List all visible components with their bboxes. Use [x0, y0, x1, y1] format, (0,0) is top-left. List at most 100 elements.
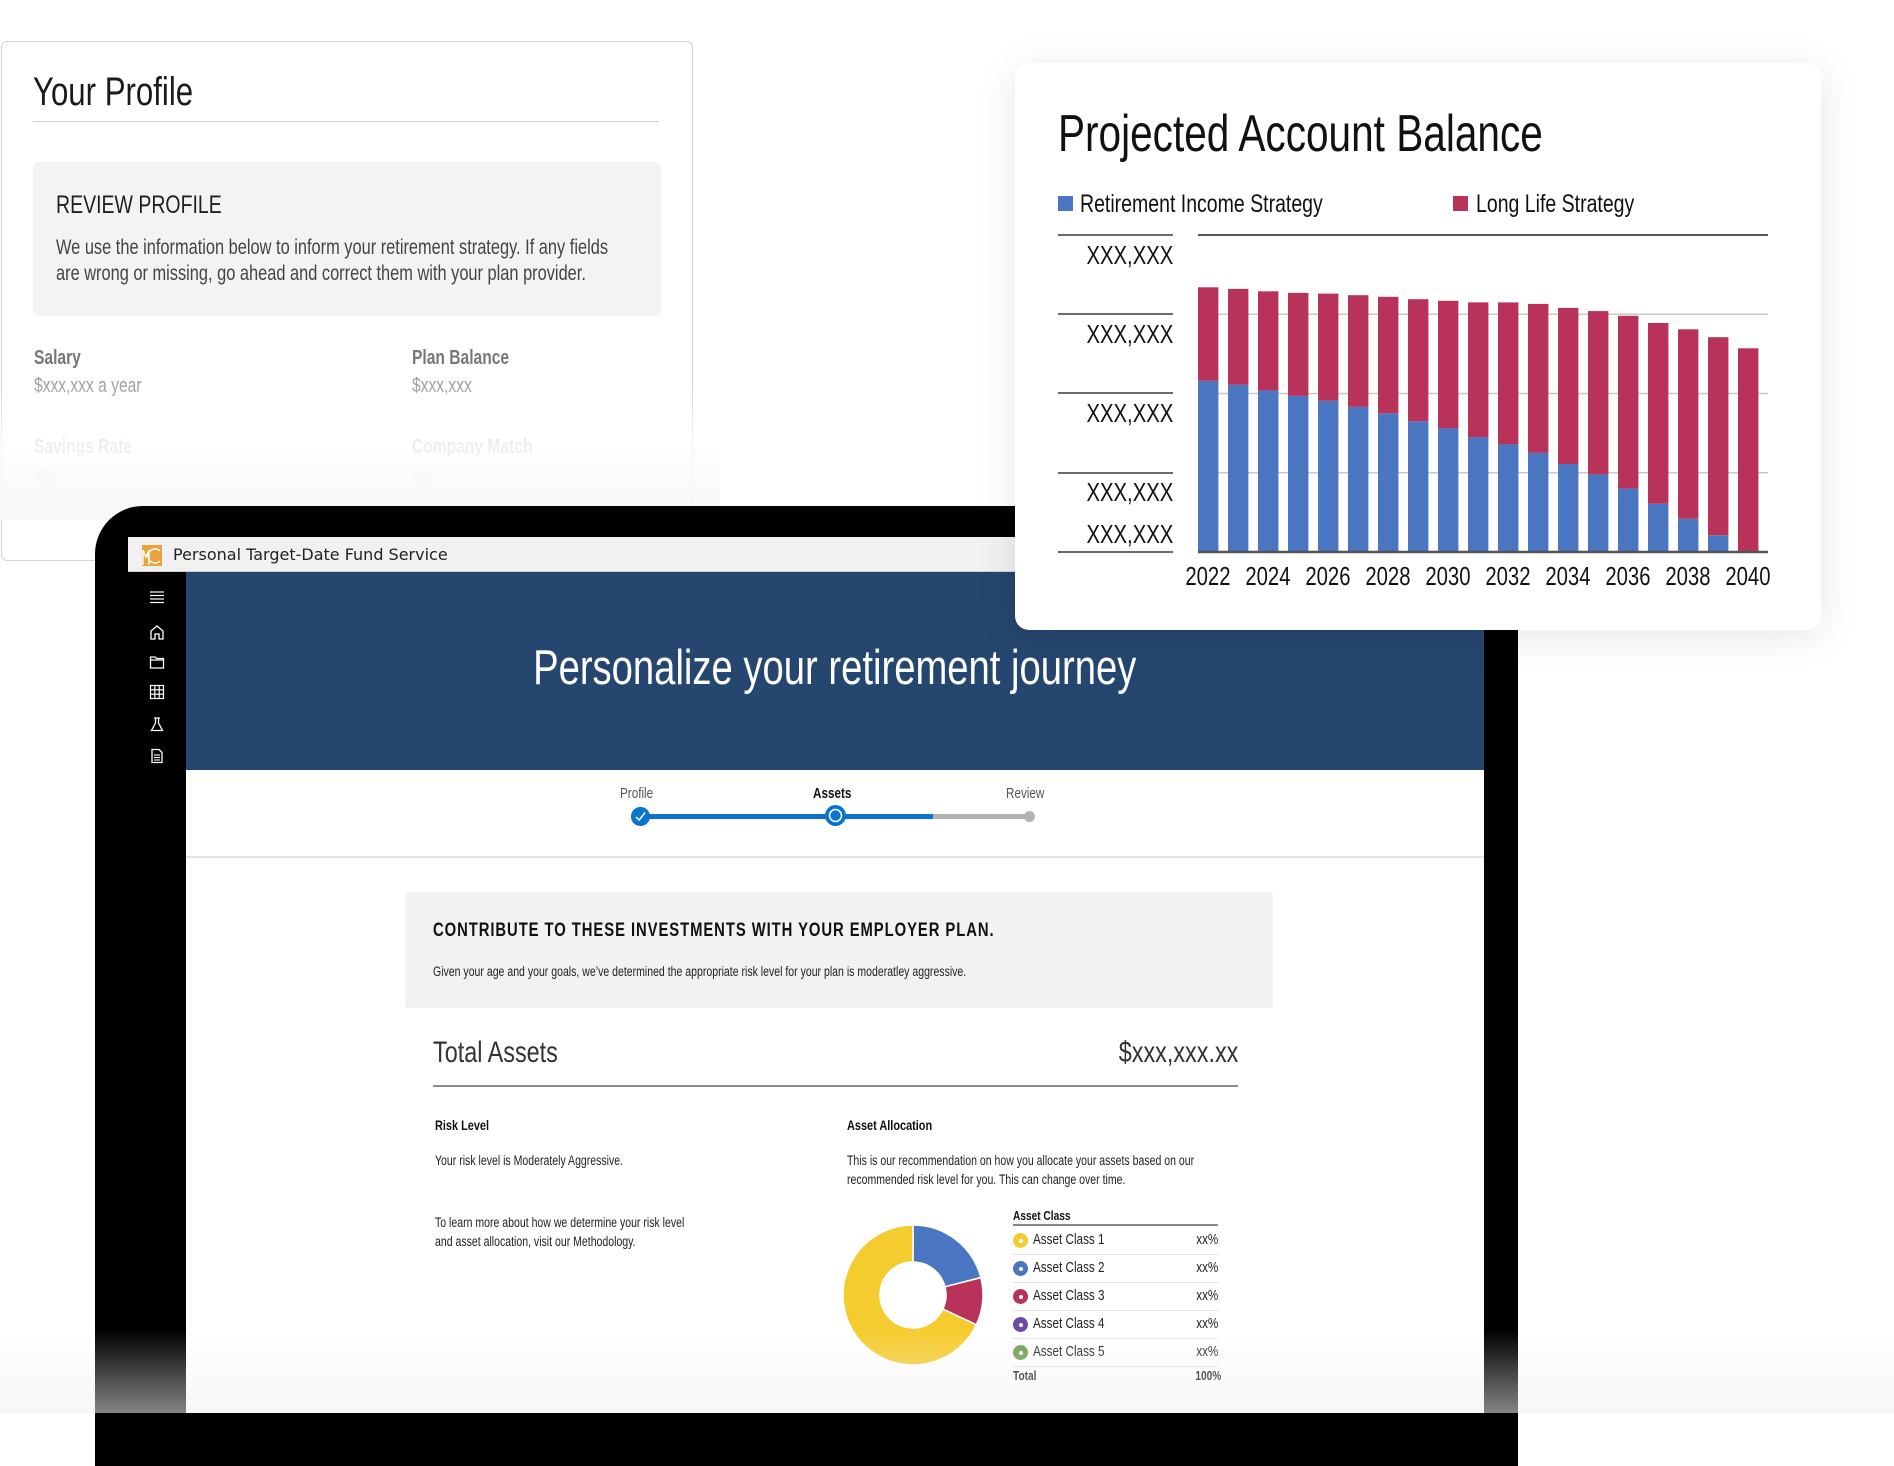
- bar-retirement-income-2022: [1198, 380, 1219, 552]
- projected-balance-bar-chart: [1198, 234, 1768, 554]
- asset-class-swatch-icon: [1013, 1289, 1028, 1304]
- asset-class-swatch-icon: [1013, 1261, 1028, 1276]
- bar-long-life-2037: [1648, 323, 1669, 504]
- x-tick-label: 2038: [1665, 561, 1711, 591]
- bar-long-life-2028: [1378, 296, 1399, 414]
- bar-long-life-2035: [1588, 311, 1609, 475]
- menu-icon[interactable]: [149, 589, 165, 605]
- step-review-dot[interactable]: [1024, 811, 1035, 822]
- flask-icon[interactable]: [149, 716, 165, 732]
- home-icon[interactable]: [149, 624, 165, 640]
- bar-retirement-income-2023: [1228, 384, 1249, 552]
- step-assets-current-icon[interactable]: [825, 805, 846, 826]
- bar-retirement-income-2028: [1378, 413, 1399, 552]
- review-profile-description: We use the information below to inform y…: [56, 235, 816, 287]
- stepper-progress-track: [640, 814, 933, 819]
- asset-class-row: Asset Class 1 xx%: [1013, 1227, 1218, 1255]
- asset-class-percent: xx%: [1195, 1259, 1218, 1276]
- hero-title: Personalize your retirement journey: [186, 640, 1484, 696]
- bar-long-life-2034: [1558, 307, 1579, 464]
- bar-retirement-income-2024: [1258, 390, 1279, 552]
- risk-level-title: Risk Level: [435, 1117, 490, 1133]
- y-axis-rule: [1058, 551, 1173, 553]
- salary-label: Salary: [34, 347, 81, 369]
- bar-long-life-2038: [1678, 329, 1699, 519]
- bar-long-life-2029: [1408, 299, 1429, 422]
- asset-allocation-title: Asset Allocation: [847, 1117, 933, 1133]
- bar-long-life-2040: [1738, 348, 1759, 552]
- profile-divider: [33, 121, 659, 122]
- profile-fade-overlay: [0, 380, 720, 520]
- methodology-text[interactable]: To learn more about how we determine you…: [435, 1213, 755, 1251]
- review-desc-line: We use the information below to inform y…: [56, 236, 609, 259]
- app-title: Personal Target-Date Fund Service: [173, 545, 448, 564]
- x-tick-label: 2040: [1725, 561, 1771, 591]
- bar-retirement-income-2033: [1528, 452, 1549, 552]
- bar-long-life-2031: [1468, 302, 1489, 438]
- bar-retirement-income-2037: [1648, 503, 1669, 552]
- y-axis-rule: [1058, 392, 1173, 394]
- bar-retirement-income-2039: [1708, 535, 1729, 552]
- review-desc-line: are wrong or missing, go ahead and corre…: [56, 262, 586, 285]
- bar-long-life-2023: [1228, 288, 1249, 385]
- asset-class-name: Asset Class 2: [1033, 1259, 1105, 1276]
- y-tick-label: XXX,XXX: [1086, 398, 1173, 428]
- plan-balance-label: Plan Balance: [412, 347, 510, 369]
- folder-icon[interactable]: [149, 654, 165, 670]
- profile-title: Your Profile: [33, 70, 238, 115]
- y-tick-label: XXX,XXX: [1086, 240, 1173, 270]
- asset-allocation-description: This is our recommendation on how you al…: [847, 1153, 1195, 1187]
- x-tick-label: 2036: [1605, 561, 1651, 591]
- x-tick-label: 2034: [1545, 561, 1591, 591]
- grid-icon[interactable]: [149, 684, 165, 700]
- y-axis-rule: [1058, 472, 1173, 474]
- bar-retirement-income-2025: [1288, 395, 1309, 552]
- x-tick-label: 2022: [1185, 561, 1231, 591]
- bar-long-life-2036: [1618, 315, 1639, 489]
- legend-label-retirement-income: Retirement Income Strategy: [1080, 190, 1323, 218]
- x-tick-label: 2028: [1365, 561, 1411, 591]
- review-profile-title: REVIEW PROFILE: [56, 191, 269, 220]
- step-review-label[interactable]: Review: [1006, 785, 1055, 802]
- legend-swatch-long-life: [1453, 196, 1468, 211]
- step-profile-label[interactable]: Profile: [620, 785, 663, 802]
- x-tick-label: 2026: [1305, 561, 1351, 591]
- x-tick-label: 2024: [1245, 561, 1291, 591]
- bar-long-life-2022: [1198, 287, 1219, 381]
- bar-long-life-2027: [1348, 295, 1369, 407]
- bar-retirement-income-2027: [1348, 407, 1369, 552]
- mc-logo-icon: [142, 545, 162, 566]
- legend-swatch-retirement-income: [1058, 196, 1073, 211]
- profile-title-text: Your Profile: [33, 70, 194, 114]
- asset-class-header: Asset Class: [1013, 1208, 1071, 1223]
- step-profile-check-icon[interactable]: [631, 807, 650, 826]
- chart-title: Projected Account Balance: [1058, 105, 1543, 163]
- asset-class-percent: xx%: [1195, 1287, 1218, 1304]
- legend-label-long-life: Long Life Strategy: [1476, 190, 1635, 218]
- bar-long-life-2033: [1528, 303, 1549, 453]
- bar-long-life-2030: [1438, 300, 1459, 429]
- allocation-donut-chart: [842, 1224, 984, 1366]
- asset-class-swatch-icon: [1013, 1233, 1028, 1248]
- total-assets-label: Total Assets: [433, 1036, 558, 1069]
- contribute-box: [405, 892, 1273, 1008]
- bar-long-life-2024: [1258, 291, 1279, 391]
- bar-long-life-2032: [1498, 302, 1519, 445]
- risk-level-text: Your risk level is Moderately Aggressive…: [435, 1153, 624, 1168]
- bar-retirement-income-2029: [1408, 421, 1429, 552]
- asset-class-swatch-icon: [1013, 1317, 1028, 1332]
- asset-class-name: Asset Class 4: [1033, 1315, 1105, 1332]
- review-profile-title-text: REVIEW PROFILE: [56, 191, 222, 219]
- asset-class-percent: xx%: [1195, 1315, 1218, 1332]
- main-content: [186, 770, 1484, 1413]
- asset-class-percent: xx%: [1195, 1231, 1218, 1248]
- asset-class-swatch-icon: [1013, 1345, 1028, 1360]
- bar-retirement-income-2034: [1558, 464, 1579, 552]
- total-assets-value: $xxx,xxx.xx: [1118, 1036, 1238, 1069]
- total-assets-divider: [433, 1085, 1238, 1087]
- bar-long-life-2025: [1288, 292, 1309, 396]
- bar-retirement-income-2036: [1618, 488, 1639, 552]
- contribute-description: Given your age and your goals, we’ve det…: [433, 964, 967, 979]
- step-assets-label[interactable]: Assets: [813, 785, 862, 802]
- document-icon[interactable]: [149, 748, 165, 764]
